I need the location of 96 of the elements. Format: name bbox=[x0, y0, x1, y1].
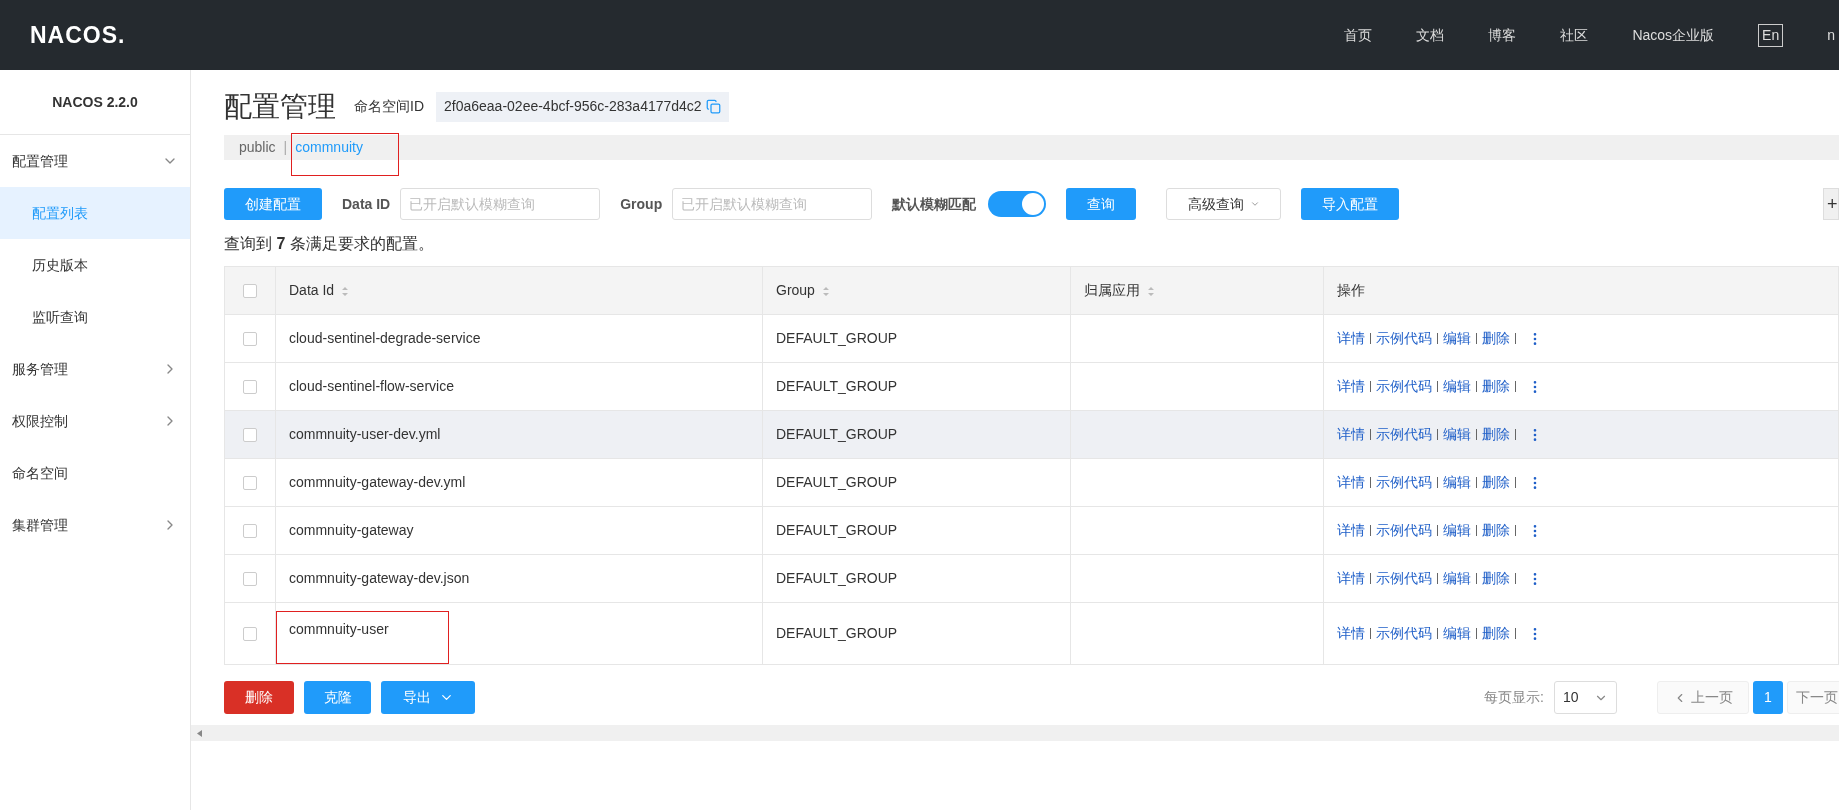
group-label: Group bbox=[620, 194, 663, 214]
action-link[interactable]: 示例代码 bbox=[1376, 568, 1432, 589]
row-checkbox[interactable] bbox=[243, 475, 257, 490]
action-link[interactable]: 详情 bbox=[1337, 568, 1365, 589]
fuzzy-match-label: 默认模糊匹配 bbox=[892, 194, 977, 214]
action-link[interactable]: 编辑 bbox=[1443, 328, 1471, 349]
sidebar-group[interactable]: 集群管理 bbox=[0, 499, 190, 551]
delete-button[interactable]: 删除 bbox=[224, 681, 294, 714]
namespace-tab[interactable]: public bbox=[239, 137, 276, 158]
column-header: 操作 bbox=[1323, 266, 1839, 315]
advanced-search-button[interactable]: 高级查询 bbox=[1166, 188, 1282, 220]
action-link[interactable]: 删除 bbox=[1482, 623, 1510, 644]
fuzzy-match-switch[interactable] bbox=[988, 191, 1047, 217]
sidebar-item[interactable]: 历史版本 bbox=[0, 239, 190, 291]
action-link[interactable]: 详情 bbox=[1337, 328, 1365, 349]
sidebar-group[interactable]: 配置管理 bbox=[0, 135, 190, 187]
action-link[interactable]: 编辑 bbox=[1443, 568, 1471, 589]
sidebar-group[interactable]: 权限控制 bbox=[0, 395, 190, 447]
action-link[interactable]: 示例代码 bbox=[1376, 623, 1432, 644]
user-menu[interactable]: n bbox=[1827, 24, 1835, 46]
table-cell: DEFAULT_GROUP bbox=[776, 474, 898, 490]
column-header[interactable]: 归属应用 bbox=[1070, 266, 1324, 315]
row-checkbox[interactable] bbox=[243, 379, 257, 394]
sort-icon[interactable] bbox=[1148, 286, 1154, 296]
table-cell: DEFAULT_GROUP bbox=[776, 625, 898, 641]
sort-icon[interactable] bbox=[342, 286, 349, 296]
action-link[interactable]: 编辑 bbox=[1443, 520, 1471, 541]
row-checkbox[interactable] bbox=[243, 523, 257, 538]
column-header[interactable]: Data Id bbox=[275, 266, 763, 315]
action-link[interactable]: 删除 bbox=[1482, 568, 1510, 589]
table-cell: DEFAULT_GROUP bbox=[776, 378, 898, 394]
action-link[interactable]: 编辑 bbox=[1443, 472, 1471, 493]
action-link[interactable]: 编辑 bbox=[1443, 376, 1471, 397]
row-checkbox[interactable] bbox=[243, 331, 257, 346]
table-cell: commnuity-gateway-dev.yml bbox=[289, 474, 466, 490]
select-all-checkbox[interactable] bbox=[243, 283, 257, 298]
table-cell: DEFAULT_GROUP bbox=[776, 330, 898, 346]
action-link[interactable]: 示例代码 bbox=[1376, 472, 1432, 493]
action-link[interactable]: 示例代码 bbox=[1376, 424, 1432, 445]
sort-icon[interactable] bbox=[822, 286, 829, 296]
table-cell: DEFAULT_GROUP bbox=[776, 570, 898, 586]
row-checkbox[interactable] bbox=[243, 571, 257, 586]
nav-link[interactable]: 首页 bbox=[1344, 24, 1373, 46]
namespace-label: 命名空间ID bbox=[354, 97, 424, 116]
nav-link[interactable]: 社区 bbox=[1560, 24, 1589, 46]
row-checkbox[interactable] bbox=[243, 427, 257, 442]
next-page-button[interactable]: 下一页 bbox=[1787, 681, 1839, 714]
previous-page-button[interactable]: 上一页 bbox=[1657, 681, 1749, 714]
table-cell: commnuity-user bbox=[276, 611, 449, 664]
action-link[interactable]: 详情 bbox=[1337, 424, 1365, 445]
sidebar-group[interactable]: 命名空间 bbox=[0, 447, 190, 499]
row-checkbox[interactable] bbox=[243, 626, 257, 641]
action-link[interactable]: 详情 bbox=[1337, 472, 1365, 493]
table-cell: commnuity-gateway bbox=[289, 522, 414, 538]
action-link[interactable]: 删除 bbox=[1482, 424, 1510, 445]
data-id-label: Data ID bbox=[342, 194, 391, 214]
action-link[interactable]: 删除 bbox=[1482, 472, 1510, 493]
separator: | bbox=[283, 138, 288, 157]
data-id-field[interactable]: 已开启默认模糊查询 bbox=[400, 188, 601, 220]
scroll-left-icon[interactable] bbox=[197, 729, 202, 737]
action-link[interactable]: 删除 bbox=[1482, 328, 1510, 349]
action-link[interactable]: 编辑 bbox=[1443, 424, 1471, 445]
page-title: 配置管理 bbox=[224, 89, 336, 124]
namespace-id-field: 2f0a6eaa-02ee-4bcf-956c-283a4177d4c2 bbox=[436, 91, 729, 122]
nav-link[interactable]: 博客 bbox=[1488, 24, 1517, 46]
logo[interactable]: NACOS. bbox=[30, 17, 126, 53]
action-link[interactable]: 详情 bbox=[1337, 623, 1365, 644]
sidebar-group[interactable]: 服务管理 bbox=[0, 343, 190, 395]
action-link[interactable]: 删除 bbox=[1482, 520, 1510, 541]
action-link[interactable]: 示例代码 bbox=[1376, 328, 1432, 349]
action-link[interactable]: 示例代码 bbox=[1376, 520, 1432, 541]
column-header[interactable]: Group bbox=[762, 266, 1071, 315]
page-size-label: 每页显示: bbox=[1484, 688, 1544, 707]
expand-button[interactable]: + bbox=[1823, 188, 1839, 220]
action-link[interactable]: 编辑 bbox=[1443, 623, 1471, 644]
nav-link[interactable]: 文档 bbox=[1416, 24, 1445, 46]
table-cell: DEFAULT_GROUP bbox=[776, 522, 898, 538]
horizontal-scrollbar[interactable] bbox=[191, 725, 1839, 741]
sidebar-item[interactable]: 监听查询 bbox=[0, 291, 190, 343]
chevron-icon bbox=[1249, 199, 1260, 209]
action-link[interactable]: 删除 bbox=[1482, 376, 1510, 397]
copy-icon[interactable] bbox=[705, 99, 721, 114]
page-size-select[interactable]: 10 bbox=[1554, 681, 1617, 714]
nav-link[interactable]: Nacos企业版 bbox=[1632, 24, 1715, 46]
group-field[interactable]: 已开启默认模糊查询 bbox=[672, 188, 873, 220]
action-link[interactable]: 详情 bbox=[1337, 376, 1365, 397]
action-link[interactable]: 示例代码 bbox=[1376, 376, 1432, 397]
table-cell: commnuity-gateway-dev.json bbox=[289, 570, 470, 586]
table-cell: cloud-sentinel-degrade-service bbox=[289, 330, 481, 346]
action-link[interactable]: 详情 bbox=[1337, 520, 1365, 541]
table-cell: cloud-sentinel-flow-service bbox=[289, 378, 454, 394]
table-cell: commnuity-user-dev.yml bbox=[289, 426, 441, 442]
result-summary: 查询到 7 条满足要求的配置。 bbox=[224, 234, 435, 254]
language-toggle[interactable]: En bbox=[1758, 23, 1784, 47]
version-label: NACOS 2.2.0 bbox=[0, 70, 190, 135]
table-cell: DEFAULT_GROUP bbox=[776, 426, 898, 442]
